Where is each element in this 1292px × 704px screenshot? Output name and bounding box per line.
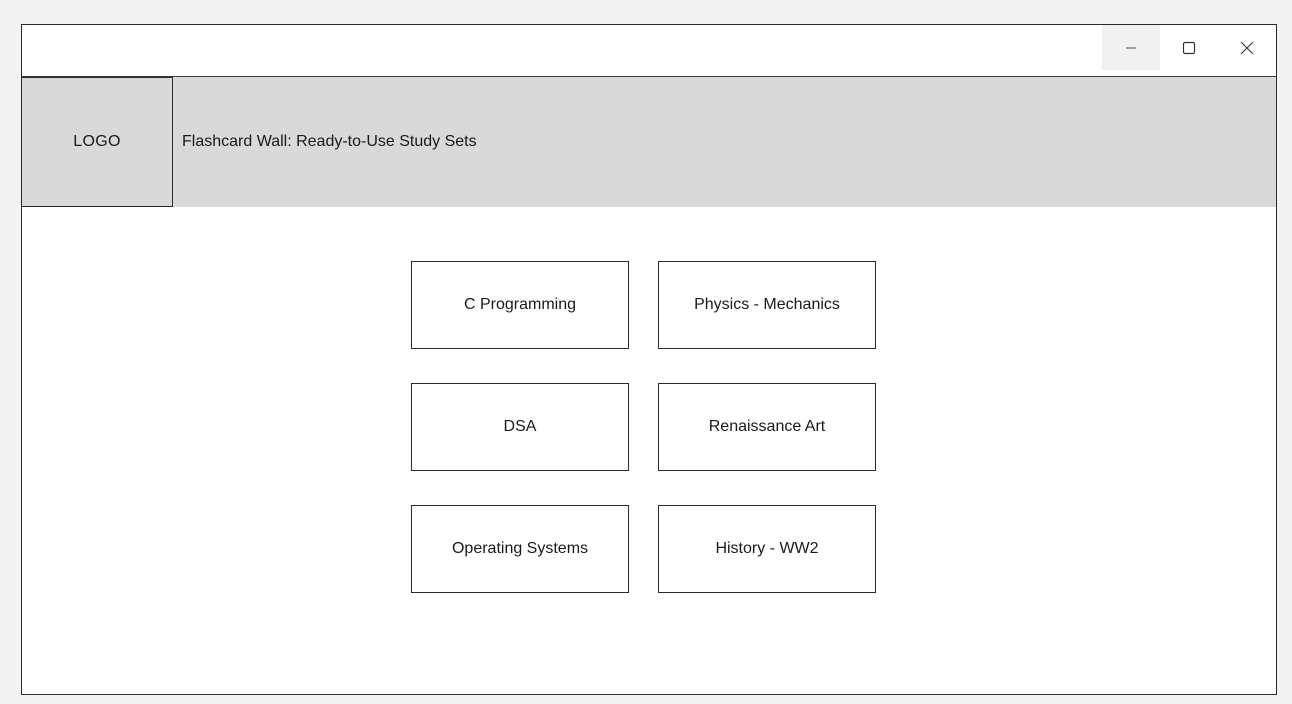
app-window: LOGO Flashcard Wall: Ready-to-Use Study … [21, 24, 1277, 695]
flashcard-set-label: Physics - Mechanics [694, 296, 840, 313]
minimize-button[interactable] [1102, 25, 1160, 70]
page-title: Flashcard Wall: Ready-to-Use Study Sets [182, 133, 477, 150]
app-header: LOGO Flashcard Wall: Ready-to-Use Study … [22, 77, 1276, 207]
close-button[interactable] [1218, 25, 1276, 70]
flashcard-set-label: DSA [503, 418, 537, 435]
maximize-button[interactable] [1160, 25, 1218, 70]
close-icon [1240, 41, 1254, 54]
minimize-icon [1126, 47, 1136, 48]
logo[interactable]: LOGO [22, 77, 173, 207]
title-bar [22, 25, 1276, 77]
flashcard-set-label: History - WW2 [715, 540, 819, 557]
logo-text: LOGO [73, 133, 121, 150]
flashcard-set-dsa[interactable]: DSA [411, 383, 629, 471]
flashcard-set-label: Operating Systems [451, 540, 589, 557]
flashcard-set-c-programming[interactable]: C Programming [411, 261, 629, 349]
flashcard-set-renaissance-art[interactable]: Renaissance Art [658, 383, 876, 471]
flashcard-set-label: C Programming [463, 296, 577, 313]
flashcard-set-label: Renaissance Art [708, 418, 826, 435]
window-controls [1102, 25, 1276, 76]
flashcard-set-operating-systems[interactable]: Operating Systems [411, 505, 629, 593]
flashcard-set-physics-mechanics[interactable]: Physics - Mechanics [658, 261, 876, 349]
maximize-icon [1182, 41, 1196, 54]
flashcard-set-history-ww2[interactable]: History - WW2 [658, 505, 876, 593]
